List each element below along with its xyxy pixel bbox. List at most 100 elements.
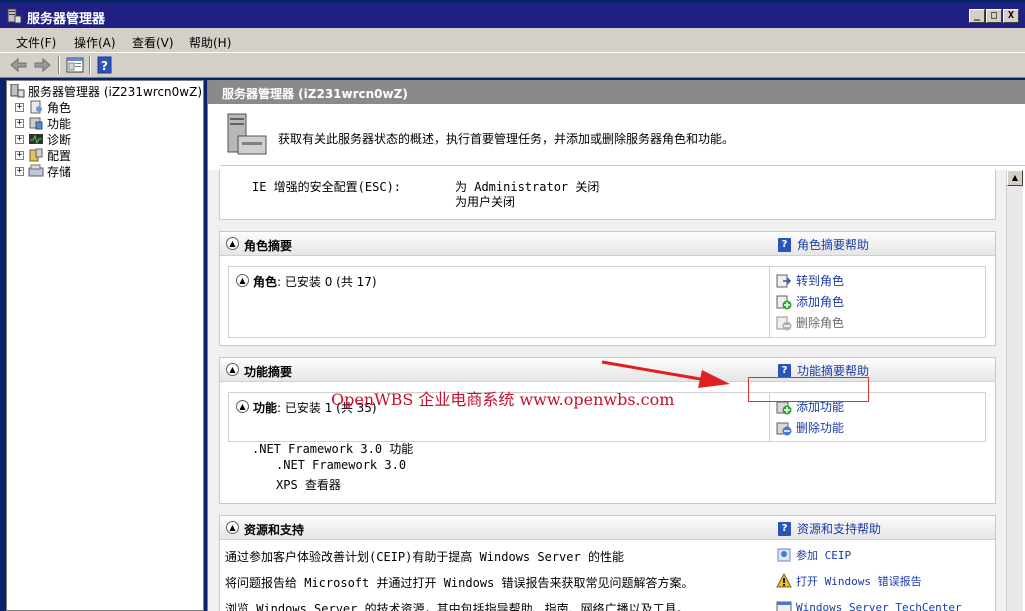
server-manager-icon	[7, 8, 22, 24]
remove-roles-icon	[776, 316, 792, 330]
maximize-button[interactable]: □	[986, 9, 1002, 23]
expand-icon[interactable]: +	[15, 150, 24, 160]
expand-icon[interactable]: +	[15, 118, 24, 128]
intro-text: 获取有关此服务器状态的概述，执行首要管理任务，并添加或删除服务器角色和功能。	[278, 132, 735, 146]
resources-header: ▲ 资源和支持 ? 资源和支持帮助	[220, 516, 995, 540]
features-summary-title: 功能摘要	[244, 365, 293, 379]
add-roles-label: 添加角色	[796, 295, 845, 309]
tree-item-configuration[interactable]: + 配置	[15, 147, 71, 163]
tree-root[interactable]: 服务器管理器 (iZ231wrcn0wZ)	[9, 83, 202, 99]
collapse-icon[interactable]: ▲	[236, 274, 249, 287]
techcenter-label: Windows Server TechCenter	[796, 600, 962, 611]
console-tree-icon[interactable]	[65, 56, 85, 74]
techcenter-icon	[776, 601, 792, 611]
annotation-arrow-icon	[601, 360, 730, 388]
techcenter-link[interactable]: Windows Server TechCenter	[776, 599, 962, 611]
highlight-box	[748, 377, 869, 402]
menu-help[interactable]: 帮助(H)	[189, 34, 231, 51]
tree-root-label: 服务器管理器 (iZ231wrcn0wZ)	[28, 84, 202, 99]
roles-help-link[interactable]: ? 角色摘要帮助	[778, 236, 869, 253]
toolbar-separator	[58, 56, 60, 74]
roles-help-label: 角色摘要帮助	[797, 238, 870, 252]
tree-item-label: 存储	[47, 164, 72, 179]
collapse-icon[interactable]: ▲	[226, 237, 239, 250]
pane-header: 服务器管理器 (iZ231wrcn0wZ)	[208, 80, 1025, 104]
forward-arrow-icon[interactable]	[32, 56, 52, 74]
remove-roles-label: 删除角色	[796, 316, 845, 330]
resources-section: ▲ 资源和支持 ? 资源和支持帮助 通过参加客户体验改善计划(CEIP)有助于提…	[219, 515, 996, 611]
error-report-link[interactable]: 打开 Windows 错误报告	[776, 573, 922, 589]
error-report-icon	[776, 573, 792, 588]
title-bar: 服务器管理器 _ □ X	[0, 0, 1025, 28]
server-icon	[227, 113, 267, 155]
ceip-label: 参加 CEIP	[796, 549, 852, 562]
go-to-roles-link[interactable]: 转到角色	[776, 272, 844, 289]
tree-item-storage[interactable]: + 存储	[15, 163, 71, 179]
svg-text:?: ?	[101, 59, 108, 73]
help-icon: ?	[778, 521, 791, 536]
error-report-description: 将问题报告给 Microsoft 并通过打开 Windows 错误报告来获取常见…	[225, 576, 694, 590]
tree-item-label: 诊断	[47, 132, 72, 147]
esc-label: IE 增强的安全配置(ESC):	[252, 180, 402, 194]
toolbar: ?	[0, 53, 1025, 78]
menu-file[interactable]: 文件(F)	[16, 34, 56, 51]
console-tree: 服务器管理器 (iZ231wrcn0wZ) + 角色 + 功能 + 诊断 + 配…	[6, 80, 204, 611]
roles-summary-title: 角色摘要	[244, 239, 293, 253]
add-roles-icon	[776, 295, 792, 309]
roles-summary-section: ▲ 角色摘要 ? 角色摘要帮助 ▲ 角色: 已安装 0 (共 17) 转到角色 …	[219, 231, 996, 346]
expand-icon[interactable]: +	[15, 166, 24, 176]
scroll-up-arrow-icon[interactable]: ▲	[1007, 170, 1023, 186]
tree-item-diagnostics[interactable]: + 诊断	[15, 131, 71, 147]
menu-view[interactable]: 查看(V)	[132, 34, 174, 51]
roles-summary-header: ▲ 角色摘要 ? 角色摘要帮助	[220, 232, 995, 256]
remove-features-link[interactable]: 删除功能	[776, 419, 844, 436]
tree-item-label: 角色	[47, 100, 72, 115]
add-roles-link[interactable]: 添加角色	[776, 293, 844, 310]
expand-icon[interactable]: +	[15, 134, 24, 144]
server-manager-icon	[10, 84, 25, 98]
collapse-icon[interactable]: ▲	[236, 400, 249, 413]
summary-content: IE 增强的安全配置(ESC): 为 Administrator 关闭 为用户关…	[208, 170, 1006, 611]
resources-help-link[interactable]: ? 资源和支持帮助	[778, 520, 881, 537]
storage-icon	[28, 164, 44, 177]
expand-icon[interactable]: +	[15, 102, 24, 112]
roles-tasks: 转到角色 添加角色 删除角色	[769, 267, 985, 337]
roles-status: 角色: 已安装 0 (共 17)	[253, 275, 377, 289]
vertical-scrollbar[interactable]: ▲	[1006, 170, 1023, 611]
resources-help-label: 资源和支持帮助	[797, 522, 882, 536]
back-arrow-icon[interactable]	[9, 56, 29, 74]
collapse-icon[interactable]: ▲	[226, 521, 239, 534]
security-section: IE 增强的安全配置(ESC): 为 Administrator 关闭 为用户关…	[219, 170, 996, 220]
toolbar-separator	[89, 56, 91, 74]
close-button[interactable]: X	[1003, 9, 1019, 23]
details-pane: 服务器管理器 (iZ231wrcn0wZ) 获取有关此服务器状态的概述，执行首要…	[207, 80, 1025, 611]
techcenter-description: 浏览 Windows Server 的技术资源，其中包括指导帮助、指南、网络广播…	[225, 602, 689, 611]
tree-item-label: 功能	[47, 116, 72, 131]
go-to-roles-label: 转到角色	[796, 274, 845, 288]
remove-features-label: 删除功能	[796, 421, 845, 435]
help-icon: ?	[778, 363, 791, 378]
go-to-roles-icon	[776, 274, 792, 287]
ceip-link[interactable]: 参加 CEIP	[776, 547, 851, 563]
window-title: 服务器管理器	[27, 12, 106, 27]
menu-bar: 文件(F) 操作(A) 查看(V) 帮助(H)	[0, 28, 1025, 53]
intro-banner: 获取有关此服务器状态的概述，执行首要管理任务，并添加或删除服务器角色和功能。	[220, 108, 1025, 166]
ceip-icon	[777, 548, 791, 562]
ceip-description: 通过参加客户体验改善计划(CEIP)有助于提高 Windows Server 的…	[225, 550, 624, 564]
tree-item-roles[interactable]: + 角色	[15, 99, 71, 115]
menu-action[interactable]: 操作(A)	[74, 34, 116, 51]
features-icon	[29, 117, 43, 130]
remove-roles-link[interactable]: 删除角色	[776, 314, 844, 331]
remove-features-icon	[776, 422, 792, 435]
error-report-label: 打开 Windows 错误报告	[796, 575, 922, 588]
roles-subpanel: ▲ 角色: 已安装 0 (共 17) 转到角色 添加角色 删除角色	[228, 266, 986, 338]
collapse-icon[interactable]: ▲	[226, 363, 239, 376]
help-icon[interactable]: ?	[95, 56, 115, 74]
feature-item: .NET Framework 3.0	[276, 458, 407, 472]
tree-item-features[interactable]: + 功能	[15, 115, 71, 131]
configuration-icon	[29, 148, 43, 162]
minimize-button[interactable]: _	[969, 9, 985, 23]
diagnostics-icon	[29, 134, 43, 145]
feature-item: XPS 查看器	[276, 478, 341, 492]
feature-item: .NET Framework 3.0 功能	[252, 442, 414, 456]
